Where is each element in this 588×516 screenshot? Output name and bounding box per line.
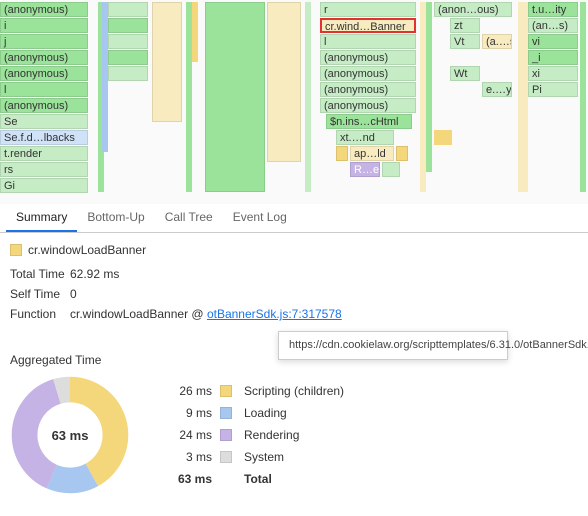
tab-bottom-up[interactable]: Bottom-Up [77, 204, 154, 232]
legend-ms: 9 ms [170, 406, 212, 420]
flame-cell[interactable]: (anonymous) [320, 82, 416, 97]
flame-cell[interactable]: xt.…nd [336, 130, 394, 145]
flame-cell[interactable]: (anonymous) [0, 2, 88, 17]
flame-cell[interactable]: Wt [450, 66, 480, 81]
flame-track-3 [205, 0, 315, 204]
flame-track-6: t.u…ity (an…s) vi _i xi Pi [518, 0, 586, 204]
flame-cell[interactable]: Se.f.d…lbacks [0, 130, 88, 145]
flame-cell[interactable]: Gi [0, 178, 88, 193]
donut-center-label: 63 ms [10, 375, 130, 495]
flame-cell[interactable]: xi [528, 66, 578, 81]
flame-cell[interactable] [336, 146, 348, 161]
tab-event-log[interactable]: Event Log [223, 204, 297, 232]
legend-swatch-scripting [220, 385, 232, 397]
flame-cell[interactable] [108, 18, 148, 33]
aggregated-time-legend: 26 ms Scripting (children) 9 ms Loading 24… [170, 384, 344, 486]
flame-track-5: (anon…ous) zt Vt(a.…s) Wt e.…y [420, 0, 516, 204]
flame-cell[interactable] [205, 2, 265, 192]
flame-cell[interactable]: (anonymous) [0, 50, 88, 65]
legend-swatch-loading [220, 407, 232, 419]
flame-cell[interactable] [108, 2, 148, 17]
legend-swatch-rendering [220, 429, 232, 441]
flame-sliver[interactable] [580, 2, 586, 192]
legend-label: Scripting (children) [244, 384, 344, 398]
flame-cell[interactable]: t.u…ity [528, 2, 578, 17]
tab-summary[interactable]: Summary [6, 204, 77, 232]
flame-cell[interactable]: Se [0, 114, 88, 129]
flame-cell[interactable]: (anonymous) [0, 66, 88, 81]
flame-cell[interactable]: zt [450, 18, 480, 33]
summary-panel: cr.windowLoadBanner Total Time 62.92 ms … [0, 233, 588, 343]
function-color-swatch [10, 244, 22, 256]
legend-swatch-system [220, 451, 232, 463]
source-tooltip: https://cdn.cookielaw.org/scripttemplate… [278, 331, 508, 360]
flame-cell[interactable]: (a.…s) [482, 34, 512, 49]
legend-ms: 24 ms [170, 428, 212, 442]
flame-cell[interactable]: (anonymous) [320, 98, 416, 113]
flame-cell[interactable] [267, 2, 301, 162]
source-link[interactable]: otBannerSdk.js:7:317578 [207, 307, 342, 321]
flame-cell[interactable]: R…e [350, 162, 380, 177]
flame-cell[interactable]: $n.ins…cHtml [326, 114, 412, 129]
tab-call-tree[interactable]: Call Tree [155, 204, 223, 232]
flame-cell[interactable]: rs [0, 162, 88, 177]
flame-cell[interactable] [108, 34, 148, 49]
flame-cell[interactable]: t.render [0, 146, 88, 161]
flame-cell[interactable]: (an…s) [528, 18, 578, 33]
flame-track-1: (anonymous) i j (anonymous) (anonymous) … [0, 0, 90, 204]
aggregated-time-donut: 63 ms [10, 375, 130, 495]
tabs: Summary Bottom-Up Call Tree Event Log [0, 204, 588, 233]
flame-track-2 [92, 0, 202, 204]
legend-label: System [244, 450, 344, 464]
function-name: cr.windowLoadBanner [28, 243, 146, 257]
legend-ms: 3 ms [170, 450, 212, 464]
total-time-value: 62.92 ms [70, 267, 119, 281]
aggregated-time-section: https://cdn.cookielaw.org/scripttemplate… [0, 343, 588, 511]
self-time-value: 0 [70, 287, 77, 301]
flame-cell[interactable] [382, 162, 400, 177]
legend-total-ms: 63 ms [170, 472, 212, 486]
flame-cell[interactable]: r [320, 2, 416, 17]
flame-cell[interactable]: ap…ld [350, 146, 394, 161]
self-time-label: Self Time [10, 287, 70, 301]
legend-total-label: Total [244, 472, 344, 486]
flame-track-4: r cr.wind…Banner l (anonymous) (anonymou… [320, 0, 418, 204]
flame-cell[interactable]: _i [528, 50, 578, 65]
function-label: Function [10, 307, 70, 321]
legend-ms: 26 ms [170, 384, 212, 398]
flame-cell[interactable]: (anonymous) [320, 66, 416, 81]
flame-cell[interactable]: l [320, 34, 416, 49]
flame-cell[interactable]: vi [528, 34, 578, 49]
flame-cell-highlighted[interactable]: cr.wind…Banner [320, 18, 416, 33]
flame-cell[interactable]: (anonymous) [0, 98, 88, 113]
flame-cell[interactable]: l [0, 82, 88, 97]
flame-chart[interactable]: (anonymous) i j (anonymous) (anonymous) … [0, 0, 588, 204]
flame-sliver[interactable] [192, 2, 198, 62]
flame-cell[interactable]: i [0, 18, 88, 33]
flame-cell[interactable]: j [0, 34, 88, 49]
flame-cell[interactable] [108, 50, 148, 65]
function-value: cr.windowLoadBanner @ [70, 307, 207, 321]
flame-cell[interactable]: (anonymous) [320, 50, 416, 65]
flame-cell[interactable] [396, 146, 408, 161]
flame-cell[interactable]: Pi [528, 82, 578, 97]
flame-cell[interactable]: (anon…ous) [434, 2, 512, 17]
flame-cell[interactable] [152, 2, 182, 122]
total-time-label: Total Time [10, 267, 70, 281]
flame-cell[interactable]: Vt [450, 34, 480, 49]
flame-sliver[interactable] [305, 2, 311, 192]
flame-cell[interactable] [434, 130, 452, 145]
legend-label: Loading [244, 406, 344, 420]
legend-label: Rendering [244, 428, 344, 442]
flame-cell[interactable]: e.…y [482, 82, 512, 97]
flame-cell[interactable] [108, 66, 148, 81]
